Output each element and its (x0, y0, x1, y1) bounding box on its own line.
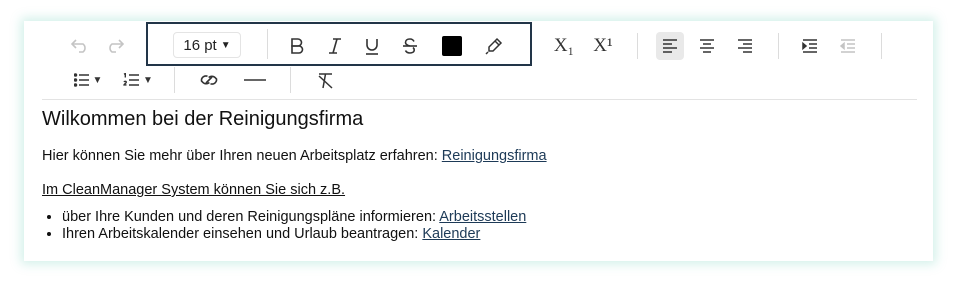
strikethrough-icon (403, 38, 417, 54)
underline-icon (366, 38, 378, 55)
subscript-button[interactable]: X₁ (549, 32, 579, 60)
bold-button[interactable] (283, 32, 311, 60)
numbered-list-button[interactable]: ▼ (120, 66, 156, 94)
system-paragraph: Im CleanManager System können Sie sich z… (42, 182, 346, 198)
toolbar-separator (267, 29, 268, 59)
indent-icon (802, 39, 817, 53)
highlighter-icon (485, 37, 503, 55)
horizontal-rule-icon (244, 79, 266, 81)
align-left-icon (663, 39, 677, 53)
document-body[interactable]: Wilkommen bei der Reinigungsfirma Hier k… (42, 107, 922, 243)
chevron-down-icon: ▼ (143, 74, 153, 86)
toolbar-separator (881, 33, 882, 59)
superscript-button[interactable]: X¹ (588, 32, 618, 60)
kalender-link[interactable]: Kalender (422, 226, 480, 242)
redo-button[interactable] (101, 32, 129, 60)
outdent-icon (840, 39, 855, 53)
align-center-icon (700, 39, 714, 53)
toolbar-separator (174, 67, 175, 93)
link-icon (200, 75, 218, 85)
toolbar-separator (637, 33, 638, 59)
arbeitsstellen-link[interactable]: Arbeitsstellen (439, 209, 526, 225)
align-left-button[interactable] (656, 32, 684, 60)
outdent-button[interactable] (834, 32, 862, 60)
horizontal-rule-button[interactable] (241, 66, 269, 94)
list-item: über Ihre Kunden und deren Reinigungsplä… (62, 209, 922, 226)
italic-icon (329, 38, 341, 54)
font-size-value: 16 pt (183, 36, 217, 54)
list-item-text: Ihren Arbeitskalender einsehen und Urlau… (62, 226, 423, 242)
list-item: Ihren Arbeitskalender einsehen und Urlau… (62, 226, 922, 243)
underline-button[interactable] (358, 32, 386, 60)
bullet-list-button[interactable]: ▼ (70, 66, 106, 94)
highlight-color-button[interactable] (480, 32, 508, 60)
feature-list: über Ihre Kunden und deren Reinigungsplä… (42, 209, 922, 243)
intro-text: Hier können Sie mehr über Ihren neuen Ar… (42, 148, 442, 164)
bullet-list-icon (73, 73, 89, 87)
list-item-text: über Ihre Kunden und deren Reinigungsplä… (62, 209, 440, 225)
subscript-icon: X₁ (553, 35, 575, 56)
text-color-button[interactable] (438, 32, 466, 60)
undo-icon (71, 39, 86, 53)
superscript-icon: X¹ (593, 35, 613, 56)
reinigungsfirma-link[interactable]: Reinigungsfirma (442, 148, 547, 164)
clear-format-button[interactable] (312, 66, 340, 94)
align-center-button[interactable] (693, 32, 721, 60)
italic-button[interactable] (321, 32, 349, 60)
align-right-icon (738, 39, 752, 53)
numbered-list-icon (123, 72, 140, 86)
link-button[interactable] (195, 66, 223, 94)
redo-icon (109, 39, 124, 53)
intro-paragraph: Hier können Sie mehr über Ihren neuen Ar… (42, 147, 922, 165)
text-color-icon (442, 36, 462, 56)
bold-icon (291, 38, 304, 54)
toolbar-divider (42, 99, 917, 100)
strikethrough-button[interactable] (396, 32, 424, 60)
editor-toolbar: 16 pt ▼ X₁ X¹ ▼ ▼ (24, 21, 933, 99)
document-heading: Wilkommen bei der Reinigungsfirma (42, 108, 364, 130)
chevron-down-icon: ▼ (220, 39, 231, 51)
clear-format-icon (318, 72, 333, 89)
editor-card: 16 pt ▼ X₁ X¹ ▼ ▼ Wilkommen bei der Rein… (24, 21, 933, 261)
align-right-button[interactable] (731, 32, 759, 60)
toolbar-separator (778, 33, 779, 59)
font-size-select[interactable]: 16 pt ▼ (173, 32, 241, 58)
undo-button[interactable] (66, 32, 94, 60)
chevron-down-icon: ▼ (92, 74, 103, 86)
indent-button[interactable] (796, 32, 824, 60)
toolbar-separator (290, 67, 291, 93)
